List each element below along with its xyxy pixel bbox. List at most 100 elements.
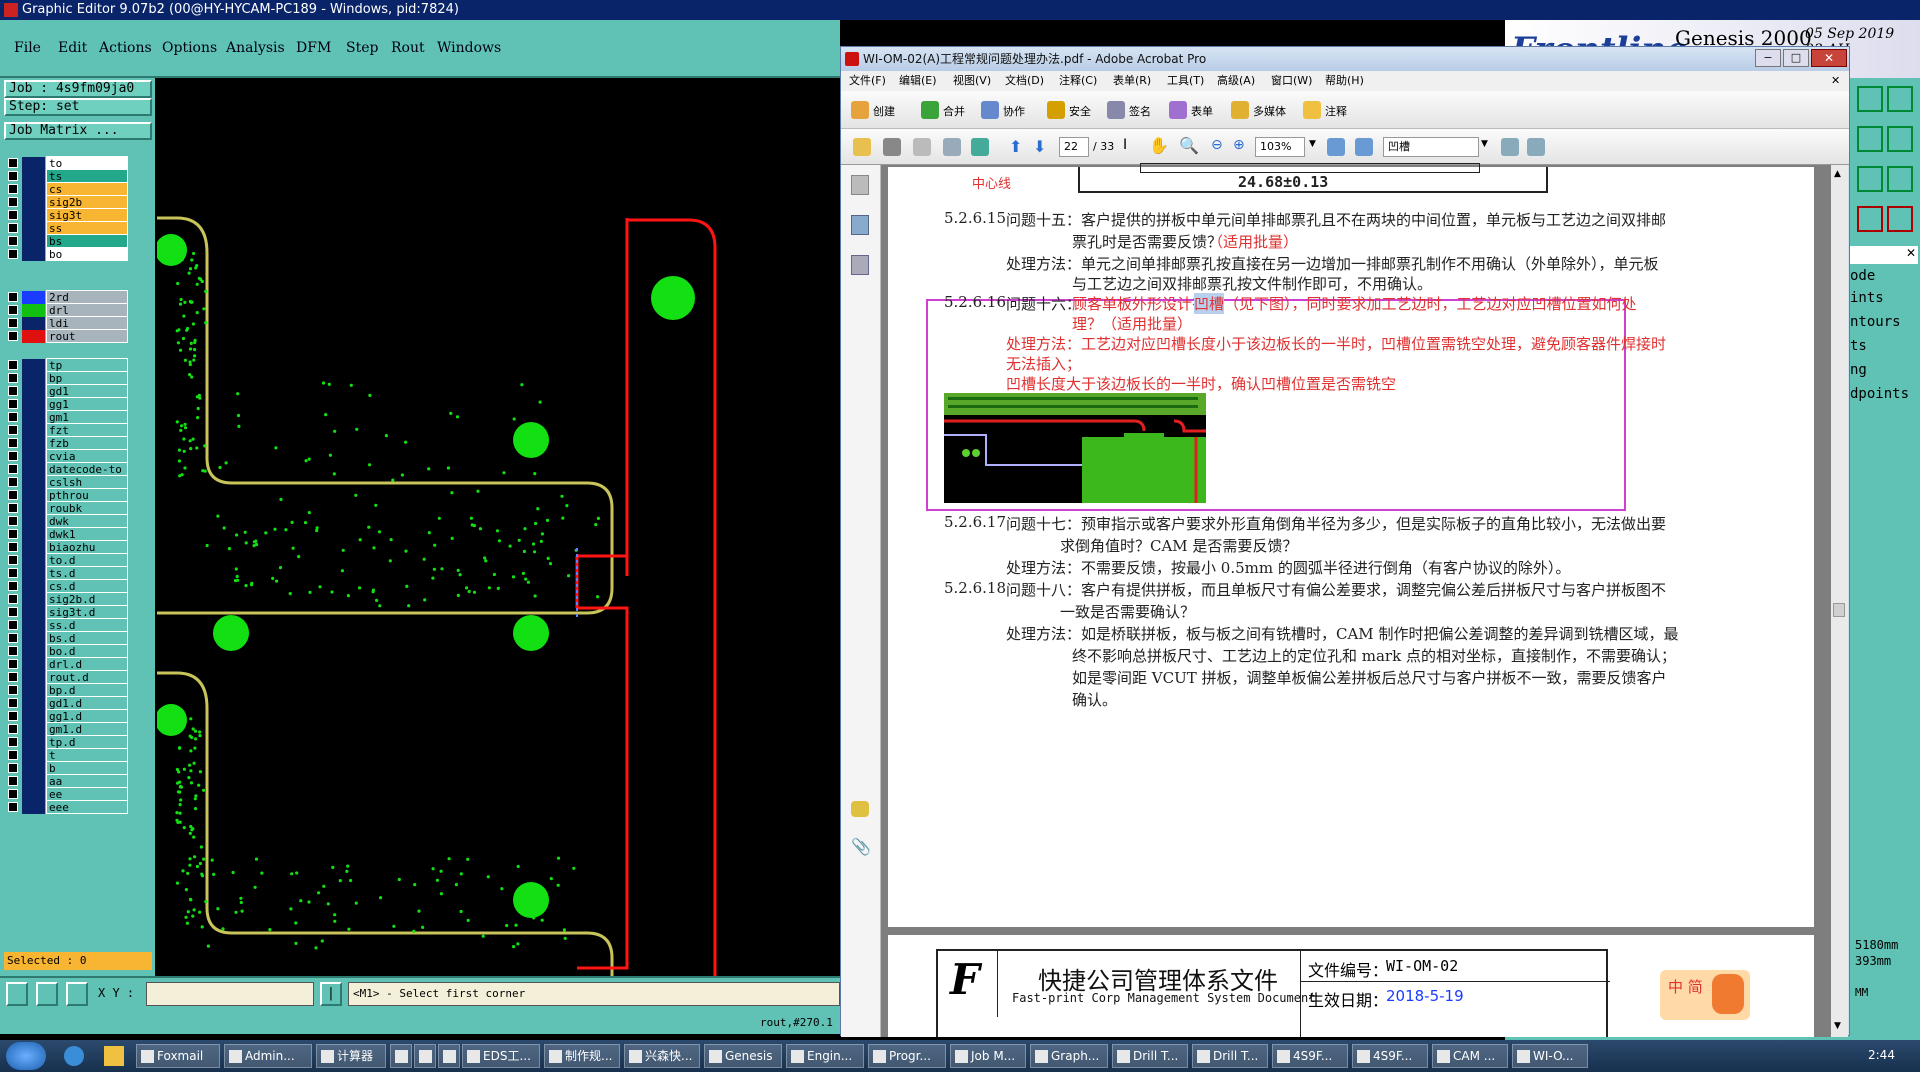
layer-checkbox[interactable] bbox=[8, 789, 18, 799]
layer-name[interactable]: tp.d bbox=[46, 735, 128, 749]
layer-checkbox[interactable] bbox=[8, 516, 18, 526]
taskbar-button[interactable]: Foxmail bbox=[136, 1044, 220, 1068]
page-number-input[interactable]: 22 bbox=[1059, 137, 1089, 157]
maximize-icon[interactable]: □ bbox=[1783, 49, 1809, 67]
doc-close-icon[interactable]: ✕ bbox=[1831, 71, 1840, 91]
layer-checkbox[interactable] bbox=[8, 750, 18, 760]
layer-name[interactable]: biaozhu bbox=[46, 540, 128, 554]
taskbar-button[interactable]: Admin... bbox=[224, 1044, 312, 1068]
find-prev-icon[interactable] bbox=[1501, 138, 1519, 156]
taskbar-button[interactable]: 4S9F... bbox=[1272, 1044, 1348, 1068]
layer-row[interactable]: bs.d bbox=[6, 631, 128, 645]
layer-row[interactable]: bo.d bbox=[6, 644, 128, 658]
layer-row[interactable]: ts.d bbox=[6, 566, 128, 580]
layer-row[interactable]: bo bbox=[6, 247, 128, 261]
layer-name[interactable]: cs bbox=[46, 182, 128, 196]
layer-name[interactable]: sig3t.d bbox=[46, 605, 128, 619]
chevron-up-icon[interactable]: ▲ bbox=[1834, 169, 1841, 179]
side-label[interactable]: ode bbox=[1850, 268, 1918, 286]
taskbar-button[interactable]: Engin... bbox=[786, 1044, 864, 1068]
taskbar-button[interactable]: Genesis bbox=[704, 1044, 782, 1068]
layer-checkbox[interactable] bbox=[8, 249, 18, 259]
search-input[interactable]: 凹槽 bbox=[1383, 137, 1479, 157]
bookmarks-icon[interactable] bbox=[851, 215, 869, 235]
hand-icon[interactable]: ✋ bbox=[1149, 136, 1169, 155]
layer-checkbox[interactable] bbox=[8, 412, 18, 422]
explorer-icon[interactable] bbox=[104, 1046, 124, 1066]
menu-step[interactable]: Step bbox=[346, 40, 378, 56]
layer-checkbox[interactable] bbox=[8, 763, 18, 773]
layer-row[interactable]: aa bbox=[6, 774, 128, 788]
layer-name[interactable]: rout bbox=[46, 329, 128, 343]
acro-menu-help[interactable]: 帮助(H) bbox=[1325, 71, 1364, 91]
layer-name[interactable]: bp.d bbox=[46, 683, 128, 697]
layer-checkbox[interactable] bbox=[8, 197, 18, 207]
layer-checkbox[interactable] bbox=[8, 477, 18, 487]
layer-row[interactable]: gd1 bbox=[6, 384, 128, 398]
layer-checkbox[interactable] bbox=[8, 607, 18, 617]
tb-collaborate[interactable]: 协作 bbox=[1003, 103, 1025, 119]
layer-checkbox[interactable] bbox=[8, 292, 18, 302]
layer-checkbox[interactable] bbox=[8, 698, 18, 708]
layer-checkbox[interactable] bbox=[8, 158, 18, 168]
open-folder-icon[interactable] bbox=[853, 138, 871, 156]
taskbar-button[interactable]: 4S9F... bbox=[1352, 1044, 1428, 1068]
layer-name[interactable]: drl.d bbox=[46, 657, 128, 671]
layer-name[interactable]: ts bbox=[46, 169, 128, 183]
taskbar-button[interactable]: Graph... bbox=[1030, 1044, 1108, 1068]
layer-checkbox[interactable] bbox=[8, 210, 18, 220]
layer-checkbox[interactable] bbox=[8, 568, 18, 578]
layer-name[interactable]: cslsh bbox=[46, 475, 128, 489]
layer-name[interactable]: ldi bbox=[46, 316, 128, 330]
layer-name[interactable]: dwk bbox=[46, 514, 128, 528]
layer-row[interactable]: cslsh bbox=[6, 475, 128, 489]
layer-row[interactable]: sig2b bbox=[6, 195, 128, 209]
layer-row[interactable]: drl bbox=[6, 303, 128, 317]
layer-checkbox[interactable] bbox=[8, 685, 18, 695]
tb-combine[interactable]: 合并 bbox=[943, 103, 965, 119]
layer-name[interactable]: b bbox=[46, 761, 128, 775]
save-icon[interactable] bbox=[913, 138, 931, 156]
menu-windows[interactable]: Windows bbox=[437, 40, 501, 56]
taskbar-button[interactable]: WI-O... bbox=[1512, 1044, 1588, 1068]
layer-checkbox[interactable] bbox=[8, 711, 18, 721]
side-label[interactable]: ntours bbox=[1850, 314, 1918, 332]
layer-row[interactable]: ss bbox=[6, 221, 128, 235]
layer-row[interactable]: roubk bbox=[6, 501, 128, 515]
layer-checkbox[interactable] bbox=[8, 236, 18, 246]
layer-checkbox[interactable] bbox=[8, 659, 18, 669]
fit-page-icon[interactable] bbox=[1327, 138, 1345, 156]
layer-name[interactable]: dwk1 bbox=[46, 527, 128, 541]
tool-icon[interactable] bbox=[6, 982, 28, 1006]
layer-row[interactable]: dwk bbox=[6, 514, 128, 528]
fit-width-icon[interactable] bbox=[1355, 138, 1373, 156]
layer-row[interactable]: gm1 bbox=[6, 410, 128, 424]
tb-create[interactable]: 创建 bbox=[873, 103, 895, 119]
layer-name[interactable]: gd1 bbox=[46, 384, 128, 398]
layer-name[interactable]: bp bbox=[46, 371, 128, 385]
pcb-canvas[interactable] bbox=[157, 78, 840, 976]
tb-multimedia[interactable]: 多媒体 bbox=[1253, 103, 1286, 119]
layer-checkbox[interactable] bbox=[8, 581, 18, 591]
layer-row[interactable]: pthrou bbox=[6, 488, 128, 502]
layer-row[interactable]: gg1 bbox=[6, 397, 128, 411]
layer-name[interactable]: rout.d bbox=[46, 670, 128, 684]
vertical-scrollbar[interactable]: ▲ ▼ bbox=[1831, 165, 1848, 1037]
layer-row[interactable]: gm1.d bbox=[6, 722, 128, 736]
layer-name[interactable]: gd1.d bbox=[46, 696, 128, 710]
layer-row[interactable]: to bbox=[6, 156, 128, 170]
layer-row[interactable]: tp bbox=[6, 358, 128, 372]
layer-name[interactable]: t bbox=[46, 748, 128, 762]
close-icon[interactable]: ✕ bbox=[1811, 49, 1847, 67]
layer-checkbox[interactable] bbox=[8, 633, 18, 643]
taskbar-button[interactable]: Job M... bbox=[950, 1044, 1026, 1068]
taskbar-button[interactable]: 计算器 bbox=[316, 1044, 386, 1068]
zoom-icon[interactable]: 🔍 bbox=[1179, 136, 1199, 155]
layer-name[interactable]: gg1.d bbox=[46, 709, 128, 723]
tool-icon[interactable] bbox=[1887, 166, 1913, 192]
tb-forms[interactable]: 表单 bbox=[1191, 103, 1213, 119]
layer-name[interactable]: gm1 bbox=[46, 410, 128, 424]
layer-row[interactable]: gd1.d bbox=[6, 696, 128, 710]
layer-name[interactable]: sig2b bbox=[46, 195, 128, 209]
layer-name[interactable]: to bbox=[46, 156, 128, 170]
